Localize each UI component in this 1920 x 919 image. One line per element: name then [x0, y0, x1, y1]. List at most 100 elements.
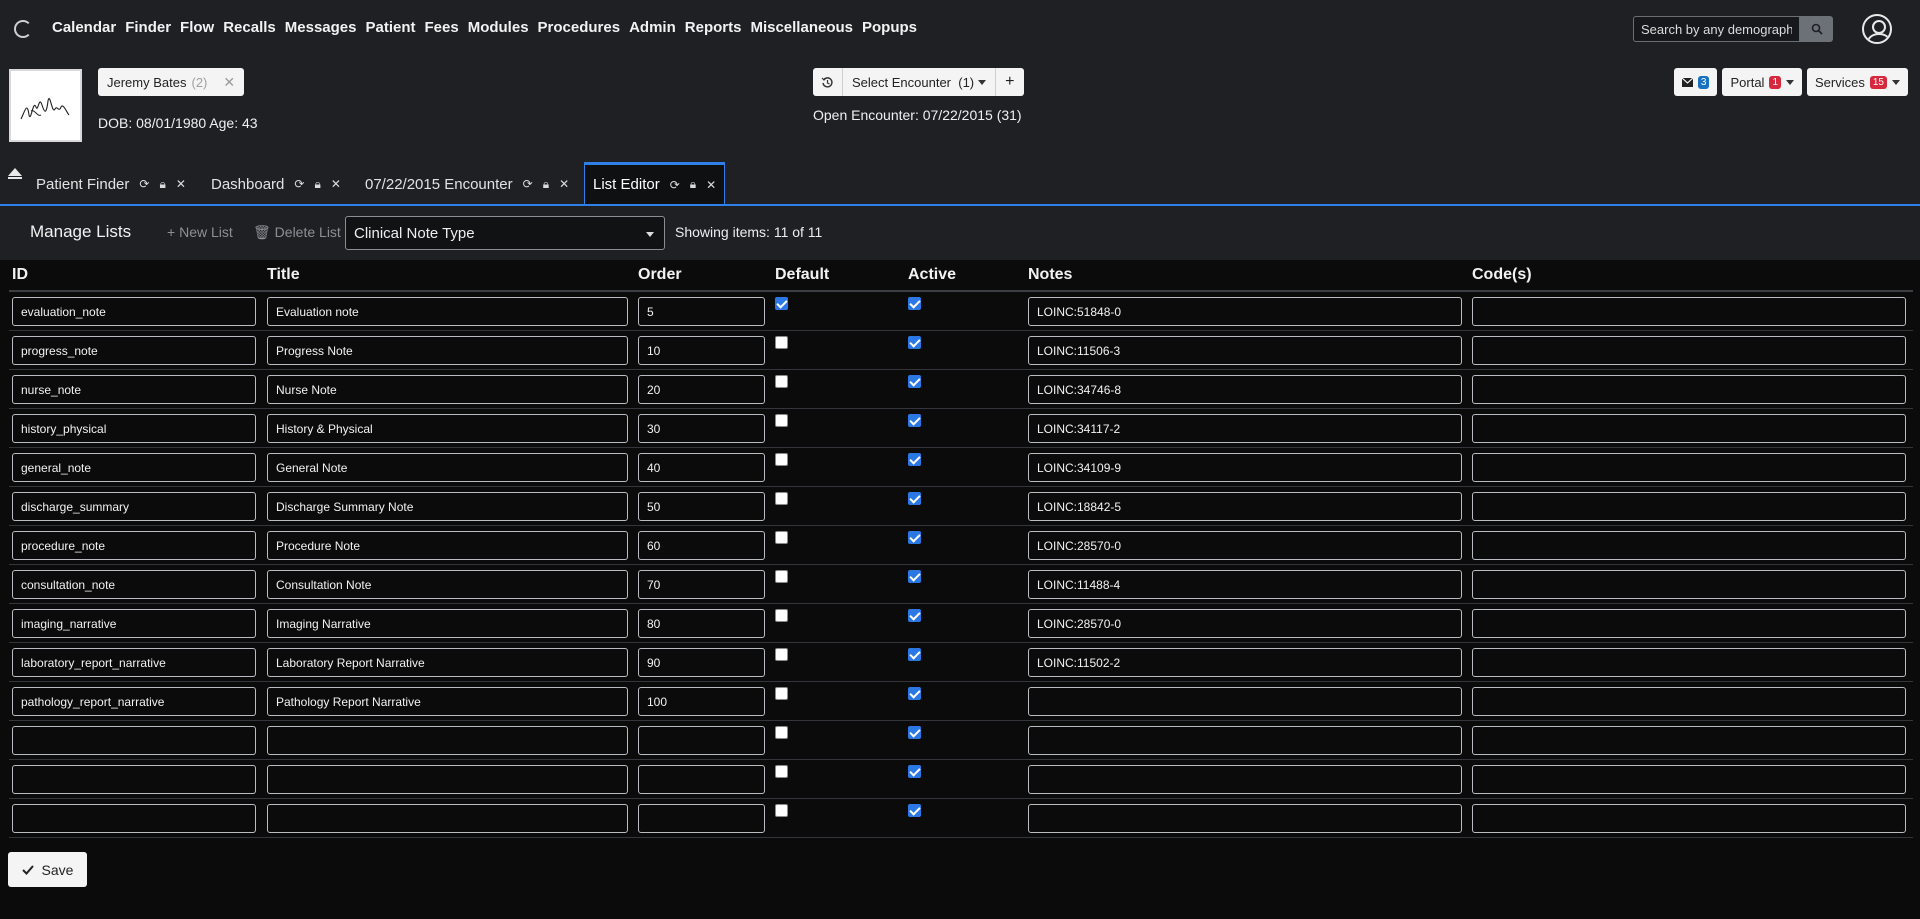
id-input[interactable] — [12, 453, 256, 482]
codes-input[interactable] — [1472, 492, 1906, 521]
menu-flow[interactable]: Flow — [180, 19, 214, 36]
notes-input[interactable] — [1028, 414, 1462, 443]
notes-input[interactable] — [1028, 726, 1462, 755]
lock-icon[interactable]: 🔒︎ — [314, 177, 320, 192]
notes-input[interactable] — [1028, 453, 1462, 482]
order-input[interactable] — [638, 804, 765, 833]
new-list-button[interactable]: + New List — [167, 224, 233, 240]
notes-input[interactable] — [1028, 297, 1462, 326]
order-input[interactable] — [638, 726, 765, 755]
title-input[interactable] — [267, 297, 628, 326]
codes-input[interactable] — [1472, 609, 1906, 638]
title-input[interactable] — [267, 648, 628, 677]
delete-list-button[interactable]: 🗑︎ Delete List — [253, 224, 341, 241]
active-checkbox[interactable] — [908, 609, 921, 622]
active-checkbox[interactable] — [908, 297, 921, 310]
portal-button[interactable]: Portal 1 — [1722, 68, 1803, 96]
notes-input[interactable] — [1028, 648, 1462, 677]
default-checkbox[interactable] — [775, 765, 788, 778]
default-checkbox[interactable] — [775, 609, 788, 622]
id-input[interactable] — [12, 726, 256, 755]
close-icon[interactable]: ✕ — [331, 177, 341, 191]
default-checkbox[interactable] — [775, 453, 788, 466]
order-input[interactable] — [638, 765, 765, 794]
add-encounter-button[interactable]: + — [995, 68, 1024, 96]
notes-input[interactable] — [1028, 570, 1462, 599]
order-input[interactable] — [638, 492, 765, 521]
menu-admin[interactable]: Admin — [629, 19, 676, 36]
order-input[interactable] — [638, 648, 765, 677]
select-encounter-dropdown[interactable]: Select Encounter (1) — [843, 68, 996, 96]
id-input[interactable] — [12, 609, 256, 638]
default-checkbox[interactable] — [775, 726, 788, 739]
id-input[interactable] — [12, 804, 256, 833]
active-checkbox[interactable] — [908, 570, 921, 583]
menu-miscellaneous[interactable]: Miscellaneous — [750, 19, 853, 36]
id-input[interactable] — [12, 687, 256, 716]
title-input[interactable] — [267, 453, 628, 482]
menu-messages[interactable]: Messages — [285, 19, 357, 36]
active-checkbox[interactable] — [908, 375, 921, 388]
active-checkbox[interactable] — [908, 336, 921, 349]
order-input[interactable] — [638, 336, 765, 365]
default-checkbox[interactable] — [775, 336, 788, 349]
notes-input[interactable] — [1028, 492, 1462, 521]
notes-input[interactable] — [1028, 804, 1462, 833]
menu-calendar[interactable]: Calendar — [52, 19, 116, 36]
collapse-header-icon[interactable] — [8, 168, 22, 179]
codes-input[interactable] — [1472, 453, 1906, 482]
menu-patient[interactable]: Patient — [365, 19, 415, 36]
active-checkbox[interactable] — [908, 648, 921, 661]
refresh-icon[interactable]: ⟳ — [523, 177, 533, 191]
default-checkbox[interactable] — [775, 414, 788, 427]
active-checkbox[interactable] — [908, 414, 921, 427]
codes-input[interactable] — [1472, 765, 1906, 794]
active-checkbox[interactable] — [908, 726, 921, 739]
id-input[interactable] — [12, 765, 256, 794]
codes-input[interactable] — [1472, 414, 1906, 443]
notes-input[interactable] — [1028, 336, 1462, 365]
default-checkbox[interactable] — [775, 570, 788, 583]
codes-input[interactable] — [1472, 297, 1906, 326]
id-input[interactable] — [12, 297, 256, 326]
title-input[interactable] — [267, 687, 628, 716]
search-button[interactable] — [1800, 16, 1833, 42]
codes-input[interactable] — [1472, 570, 1906, 599]
default-checkbox[interactable] — [775, 297, 788, 310]
search-input[interactable] — [1633, 16, 1800, 42]
user-account-icon[interactable] — [1862, 14, 1892, 44]
default-checkbox[interactable] — [775, 648, 788, 661]
refresh-icon[interactable]: ⟳ — [670, 178, 680, 192]
notes-input[interactable] — [1028, 687, 1462, 716]
active-checkbox[interactable] — [908, 492, 921, 505]
notes-input[interactable] — [1028, 765, 1462, 794]
default-checkbox[interactable] — [775, 375, 788, 388]
title-input[interactable] — [267, 531, 628, 560]
notes-input[interactable] — [1028, 531, 1462, 560]
order-input[interactable] — [638, 414, 765, 443]
title-input[interactable] — [267, 726, 628, 755]
id-input[interactable] — [12, 648, 256, 677]
active-checkbox[interactable] — [908, 531, 921, 544]
active-checkbox[interactable] — [908, 453, 921, 466]
patient-name-chip[interactable]: Jeremy Bates (2) ✕ — [98, 68, 245, 96]
order-input[interactable] — [638, 297, 765, 326]
codes-input[interactable] — [1472, 375, 1906, 404]
close-patient-icon[interactable]: ✕ — [223, 74, 235, 91]
title-input[interactable] — [267, 375, 628, 404]
menu-recalls[interactable]: Recalls — [223, 19, 276, 36]
refresh-icon[interactable]: ⟳ — [139, 177, 149, 191]
default-checkbox[interactable] — [775, 492, 788, 505]
id-input[interactable] — [12, 375, 256, 404]
close-icon[interactable]: ✕ — [706, 178, 716, 192]
save-button[interactable]: Save — [8, 852, 87, 887]
codes-input[interactable] — [1472, 531, 1906, 560]
lock-icon[interactable]: 🔒︎ — [690, 177, 696, 192]
app-logo-icon[interactable] — [14, 20, 32, 38]
notes-input[interactable] — [1028, 375, 1462, 404]
order-input[interactable] — [638, 570, 765, 599]
order-input[interactable] — [638, 453, 765, 482]
active-checkbox[interactable] — [908, 765, 921, 778]
id-input[interactable] — [12, 414, 256, 443]
close-icon[interactable]: ✕ — [176, 177, 186, 191]
